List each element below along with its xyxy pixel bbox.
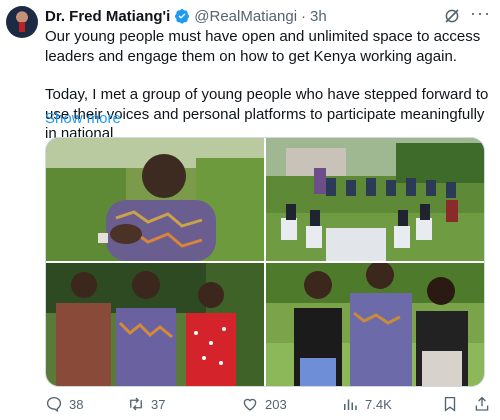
verified-badge-icon bbox=[175, 9, 190, 24]
like-button[interactable]: 203 bbox=[241, 394, 287, 414]
action-bar: 38 37 203 7.4K bbox=[45, 394, 495, 414]
repost-count: 37 bbox=[151, 396, 166, 412]
share-button[interactable] bbox=[473, 394, 491, 414]
repost-button[interactable]: 37 bbox=[127, 394, 165, 414]
repost-icon bbox=[130, 397, 142, 411]
timestamp[interactable]: 3h bbox=[310, 8, 327, 25]
bookmark-icon bbox=[444, 396, 456, 412]
views-icon bbox=[344, 399, 357, 410]
avatar[interactable] bbox=[6, 6, 38, 38]
photo-2[interactable] bbox=[266, 138, 484, 261]
like-icon bbox=[243, 398, 257, 411]
photo-3[interactable] bbox=[46, 263, 264, 386]
author-handle[interactable]: @RealMatiangi bbox=[194, 8, 297, 25]
views-button[interactable]: 7.4K bbox=[341, 394, 392, 414]
show-more-link[interactable]: Show more bbox=[45, 110, 121, 127]
grok-icon[interactable] bbox=[443, 7, 461, 25]
tweet[interactable]: Dr. Fred Matiang'i @RealMatiangi · 3h ··… bbox=[0, 0, 500, 420]
author-name[interactable]: Dr. Fred Matiang'i bbox=[45, 8, 170, 25]
separator-dot: · bbox=[301, 7, 307, 25]
photo-4[interactable] bbox=[266, 263, 484, 386]
bookmark-button[interactable] bbox=[441, 394, 459, 414]
photo-1[interactable] bbox=[46, 138, 264, 261]
more-icon[interactable]: ··· bbox=[470, 4, 492, 24]
share-icon bbox=[475, 396, 489, 411]
reply-count: 38 bbox=[69, 396, 84, 412]
reply-button[interactable]: 38 bbox=[45, 394, 83, 414]
view-count: 7.4K bbox=[365, 396, 392, 412]
reply-icon bbox=[46, 396, 62, 413]
tweet-header: Dr. Fred Matiang'i @RealMatiangi · 3h bbox=[45, 6, 327, 26]
tweet-paragraph-1: Our young people must have open and unli… bbox=[45, 28, 481, 65]
media-grid bbox=[45, 137, 485, 387]
like-count: 203 bbox=[265, 396, 287, 412]
